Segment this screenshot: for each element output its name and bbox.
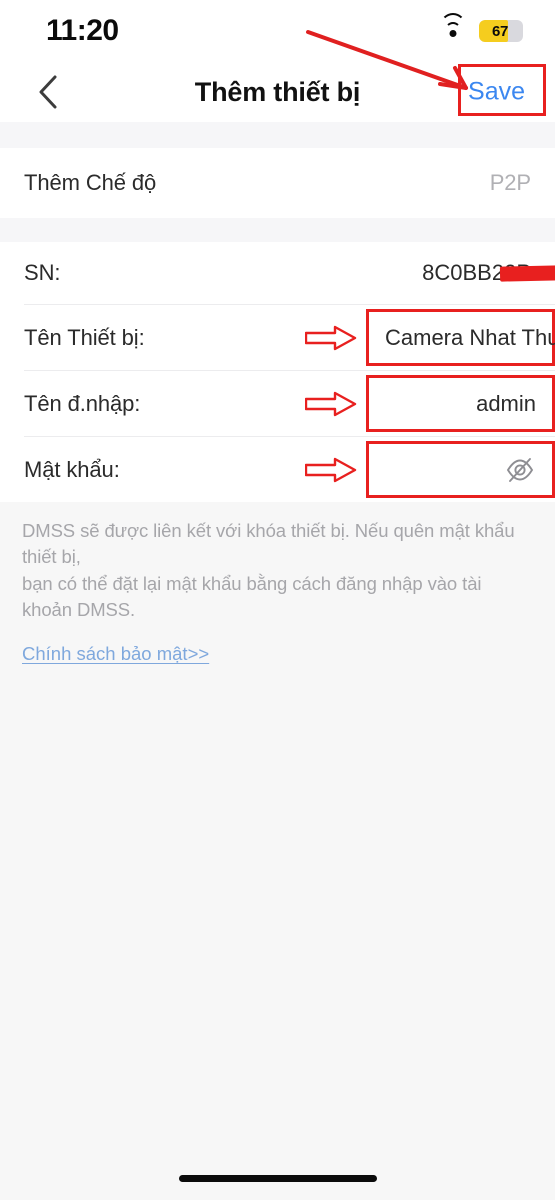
page-title: Thêm thiết bị [194, 76, 361, 107]
navigation-bar: Thêm thiết bị Save [0, 62, 555, 122]
username-value: admin [476, 390, 536, 416]
hollow-right-arrow-icon [305, 325, 357, 350]
battery-icon: 67 [479, 20, 523, 42]
eye-slash-icon[interactable] [504, 454, 536, 486]
status-bar-clock: 11:20 [46, 14, 119, 47]
helper-text-line-2: bạn có thể đặt lại mật khẩu bằng cách đă… [22, 572, 482, 620]
wifi-icon [440, 12, 466, 41]
username-label: Tên đ.nhập: [24, 390, 141, 416]
home-indicator[interactable] [178, 1175, 377, 1182]
phone-screen: 11:20 67 Thêm thiết bị Save Thêm Chế độ … [0, 0, 555, 1200]
add-mode-value: P2P [489, 170, 531, 195]
device-form-section: SN: 8C0BB22P Tên Thiết bị: Camera Nhat T… [0, 242, 555, 502]
serial-number-row: SN: 8C0BB22P [0, 242, 555, 304]
password-label: Mật khẩu: [24, 456, 120, 482]
device-name-label: Tên Thiết bị: [24, 324, 145, 350]
status-bar: 11:20 67 [0, 0, 555, 62]
chevron-left-icon [39, 75, 57, 109]
back-button[interactable] [30, 74, 66, 110]
password-input[interactable] [366, 441, 555, 498]
serial-number-value: 8C0BB22P [422, 260, 555, 286]
helper-text-block: DMSS sẽ được liên kết với khóa thiết bị.… [0, 502, 555, 666]
device-name-row: Tên Thiết bị: Camera Nhat Thuc [0, 305, 555, 370]
password-row: Mật khẩu: [0, 437, 555, 502]
device-name-input[interactable]: Camera Nhat Thuc [366, 309, 555, 366]
save-button[interactable]: Save [456, 72, 537, 113]
section-gap-middle [0, 218, 555, 242]
cellular-signal-icon [396, 21, 427, 41]
username-row: Tên đ.nhập: admin [0, 371, 555, 436]
add-mode-label: Thêm Chế độ [24, 170, 157, 195]
hollow-right-arrow-icon [305, 391, 357, 416]
device-name-value: Camera Nhat Thuc [385, 324, 555, 350]
helper-text-line-1: DMSS sẽ được liên kết với khóa thiết bị.… [22, 520, 515, 568]
battery-percent-label: 67 [491, 22, 509, 40]
section-gap-top [0, 122, 555, 148]
username-input[interactable]: admin [366, 375, 555, 432]
privacy-policy-link[interactable]: Chính sách bảo mật>> [22, 643, 209, 665]
mode-section: Thêm Chế độ P2P [0, 148, 555, 218]
serial-number-label: SN: [24, 260, 61, 285]
redaction-scribble [499, 264, 555, 282]
status-bar-indicators: 67 [396, 12, 523, 42]
hollow-right-arrow-icon [305, 457, 357, 482]
add-mode-row[interactable]: Thêm Chế độ P2P [0, 148, 555, 218]
